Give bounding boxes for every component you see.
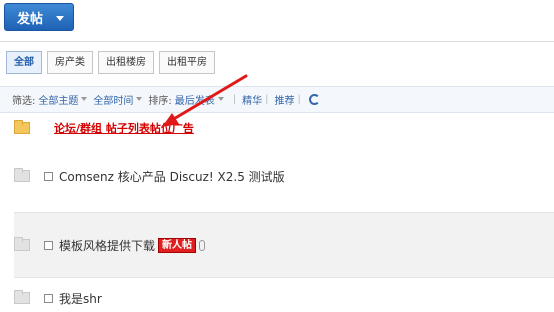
post-button[interactable]: 发帖 xyxy=(4,3,74,31)
tab-all[interactable]: 全部 xyxy=(6,51,42,74)
ad-link[interactable]: 论坛/群组 帖子列表帖位广告 xyxy=(54,120,194,136)
folder-icon xyxy=(14,290,30,304)
folder-icon xyxy=(14,120,30,134)
sort-filter[interactable]: 最后发表 xyxy=(175,92,215,107)
table-row: 模板风格提供下载 新人帖 xyxy=(14,237,554,253)
select-checkbox[interactable] xyxy=(44,240,53,250)
folder-icon xyxy=(14,237,30,251)
tab-rent-building[interactable]: 出租楼房 xyxy=(98,51,154,74)
table-row: 我是shr xyxy=(14,290,554,306)
tab-rent-bungalow[interactable]: 出租平房 xyxy=(159,51,215,74)
thread-title[interactable]: 我是shr xyxy=(59,290,102,307)
attachment-icon xyxy=(199,239,206,251)
select-checkbox[interactable] xyxy=(44,293,53,303)
chevron-down-icon[interactable] xyxy=(136,97,143,101)
theme-filter[interactable]: 全部主题 xyxy=(38,92,78,107)
refresh-icon[interactable] xyxy=(308,94,320,105)
table-row: Comsenz 核心产品 Discuz! X2.5 测试版 xyxy=(14,168,554,184)
ad-row: 论坛/群组 帖子列表帖位广告 xyxy=(14,120,554,136)
divider xyxy=(0,41,554,42)
thread-title[interactable]: Comsenz 核心产品 Discuz! X2.5 测试版 xyxy=(59,168,285,185)
digest-link[interactable]: 精华 xyxy=(242,92,262,107)
thread-title[interactable]: 模板风格提供下载 xyxy=(59,237,155,254)
type-tabs: 全部 房产类 出租楼房 出租平房 xyxy=(6,51,215,74)
chevron-down-icon[interactable] xyxy=(81,97,88,101)
recommend-link[interactable]: 推荐 xyxy=(275,92,295,107)
filter-bar: 筛选: 全部主题 全部时间 排序: 最后发表 | 精华 | 推荐 | xyxy=(0,86,554,113)
time-filter[interactable]: 全部时间 xyxy=(93,92,133,107)
newbie-badge: 新人帖 xyxy=(158,237,197,253)
filter-label: 筛选: xyxy=(12,96,36,107)
chevron-down-icon[interactable] xyxy=(217,97,224,101)
folder-icon xyxy=(14,168,30,182)
sort-label: 排序: xyxy=(148,96,172,107)
post-button-label: 发帖 xyxy=(17,11,44,27)
tab-real-estate[interactable]: 房产类 xyxy=(47,51,93,74)
select-checkbox[interactable] xyxy=(44,171,53,181)
chevron-down-icon[interactable] xyxy=(56,16,64,21)
